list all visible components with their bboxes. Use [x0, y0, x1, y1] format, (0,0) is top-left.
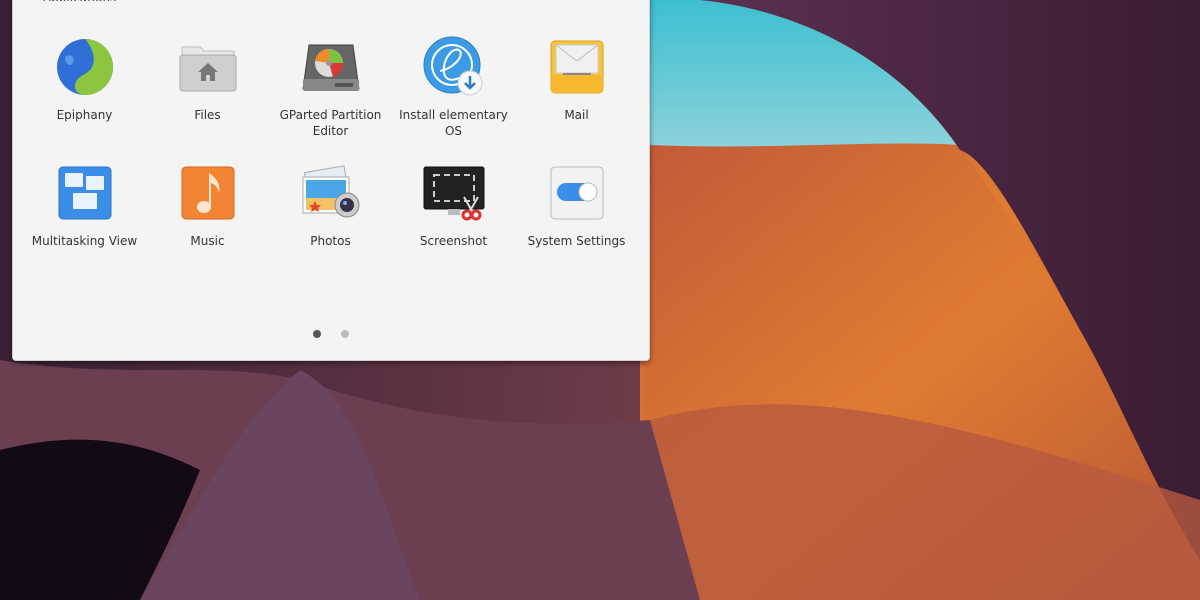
app-multitasking-view[interactable]: Multitasking View — [23, 161, 146, 287]
category-label: Applications — [43, 0, 116, 1]
app-epiphany[interactable]: Epiphany — [23, 35, 146, 161]
app-label: Mail — [564, 108, 589, 122]
app-gparted[interactable]: GParted Partition Editor — [269, 35, 392, 161]
page-dot-1[interactable] — [313, 330, 321, 338]
screenshot-icon — [423, 166, 484, 221]
multitasking-view-icon — [58, 166, 111, 220]
app-label: Screenshot — [419, 234, 488, 248]
app-label: System Settings — [527, 234, 626, 248]
music-note-icon — [181, 166, 234, 220]
app-label: Install elementary OS — [399, 108, 508, 138]
app-label: Music — [190, 234, 225, 248]
app-grid: Epiphany Files GParted Partition Editor — [13, 35, 659, 287]
install-elementary-icon — [423, 36, 482, 96]
app-label: GParted Partition Editor — [279, 108, 382, 138]
page-dot-2[interactable] — [341, 330, 349, 338]
app-label: Multitasking View — [31, 234, 138, 248]
photos-icon — [302, 165, 359, 218]
app-label: Files — [194, 108, 221, 122]
page-indicator — [13, 330, 649, 338]
app-install-elementary[interactable]: Install elementary OS — [392, 35, 515, 161]
applications-launcher-panel: Applications Epiphany Files — [12, 0, 650, 361]
mail-icon — [550, 40, 603, 94]
app-music[interactable]: Music — [146, 161, 269, 287]
app-mail[interactable]: Mail — [515, 35, 638, 161]
app-screenshot[interactable]: Screenshot — [392, 161, 515, 287]
app-label: Photos — [310, 234, 351, 248]
app-photos[interactable]: Photos — [269, 161, 392, 287]
app-label: Epiphany — [56, 108, 113, 122]
app-system-settings[interactable]: System Settings — [515, 161, 638, 287]
epiphany-browser-icon — [56, 39, 113, 95]
settings-toggle-icon — [550, 166, 603, 220]
files-folder-icon — [179, 46, 236, 92]
gparted-disk-icon — [301, 44, 360, 91]
app-files[interactable]: Files — [146, 35, 269, 161]
